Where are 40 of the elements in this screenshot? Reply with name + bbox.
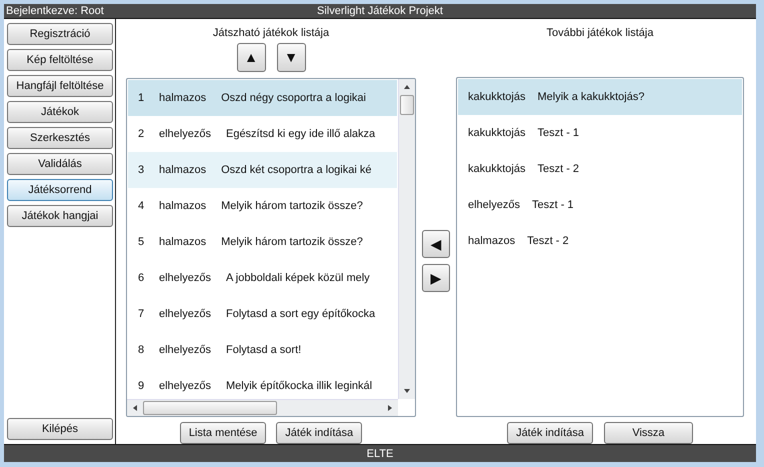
nav-button[interactable]: Játékok <box>7 101 113 123</box>
nav-button[interactable]: Regisztráció <box>7 23 113 45</box>
window-title: Silverlight Játékok Projekt <box>317 5 443 17</box>
action-button[interactable]: Lista mentése <box>180 422 266 444</box>
list-item[interactable]: 3 halmazos Oszd két csoportra a logikai ké <box>128 152 397 188</box>
nav-button[interactable]: Validálás <box>7 153 113 175</box>
list-item[interactable]: 7 elhelyezős Folytasd a sort egy építőkocka <box>128 296 397 332</box>
action-button[interactable]: Játék indítása <box>276 422 362 444</box>
move-down-button[interactable]: ▼ <box>276 42 306 72</box>
list-item[interactable]: 8 elhelyezős Folytasd a sort! <box>128 332 397 368</box>
list-heading: Játszható játékok listája <box>212 27 330 40</box>
move-right-button[interactable]: ▶ <box>422 264 450 292</box>
vertical-scrollbar[interactable] <box>398 78 415 399</box>
list-item[interactable]: 4 halmazos Melyik három tartozik össze? <box>128 188 397 224</box>
move-left-button[interactable]: ◀ <box>422 230 450 258</box>
scroll-thumb[interactable] <box>143 401 277 415</box>
list-item[interactable]: 2 elhelyezős Egészítsd ki egy ide illő alakza <box>128 116 397 152</box>
list-item[interactable]: kakukktojás Teszt - 2 <box>458 150 742 187</box>
list-item[interactable]: 6 elhelyezős A jobboldali képek közül mely <box>128 260 397 296</box>
nav-button[interactable]: Kép feltöltése <box>7 49 113 71</box>
footer-text: ELTE <box>366 448 394 460</box>
list-item[interactable]: 9 elhelyezős Melyik építőkocka illik leginkál <box>128 368 397 399</box>
nav-button[interactable]: Játéksorrend <box>7 179 113 201</box>
start-game-button[interactable]: Játék indítása <box>507 422 593 444</box>
back-button[interactable]: Vissza <box>604 422 693 444</box>
list-item[interactable]: 5 halmazos Melyik három tartozik össze? <box>128 224 397 260</box>
list-item[interactable]: halmazos Teszt - 2 <box>458 222 742 259</box>
login-status: Bejelentkezve: Root <box>5 5 104 17</box>
list-item[interactable]: elhelyezős Teszt - 1 <box>458 186 742 223</box>
list-heading: További játékok listája <box>546 27 654 40</box>
list-item[interactable]: kakukktojás Melyik a kakukktojás? <box>458 78 742 115</box>
horizontal-scrollbar[interactable] <box>127 399 398 416</box>
nav-button[interactable]: Szerkesztés <box>7 127 113 149</box>
exit-button[interactable]: Kilépés <box>7 418 113 440</box>
list-item[interactable]: 1 halmazos Oszd négy csoportra a logikai <box>128 80 397 116</box>
nav-button[interactable]: Hangfájl feltöltése <box>7 75 113 97</box>
move-up-button[interactable]: ▲ <box>236 42 266 72</box>
list-item[interactable]: kakukktojás Teszt - 1 <box>458 114 742 151</box>
nav-button[interactable]: Játékok hangjai <box>7 205 113 227</box>
scroll-thumb[interactable] <box>400 94 414 115</box>
